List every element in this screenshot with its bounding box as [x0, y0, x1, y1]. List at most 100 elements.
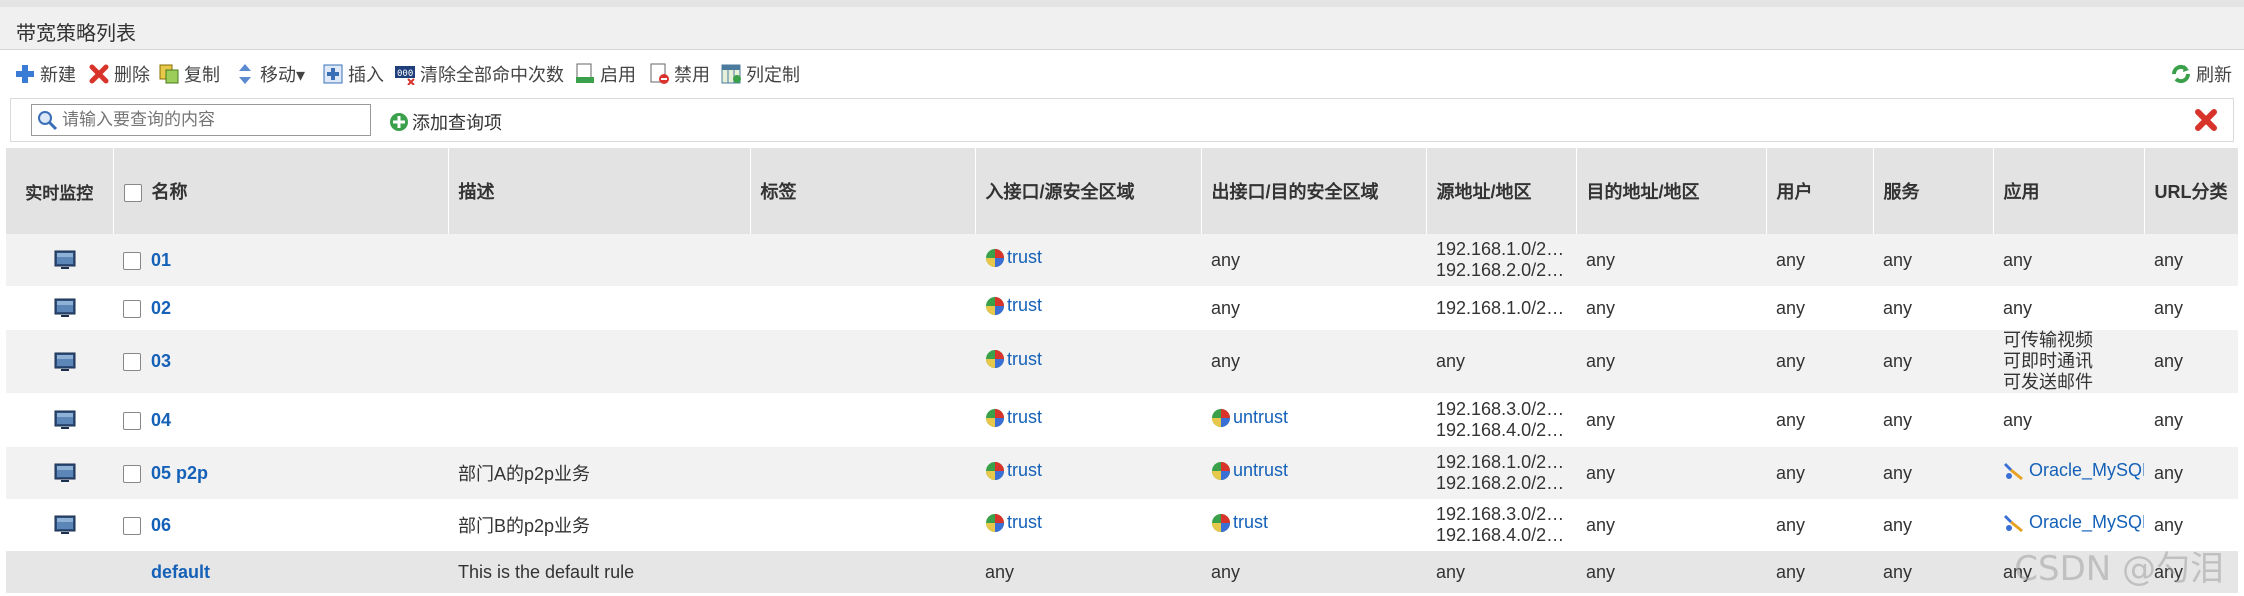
table-row[interactable]: 06 部门B的p2p业务 trust trust 192.168.3.0/2… 192.1… [6, 499, 2238, 551]
rule-name-link[interactable]: 06 [151, 515, 171, 535]
col-egress[interactable]: 出接口/目的安全区域 [1201, 148, 1427, 234]
zone-pie-icon [986, 248, 1004, 267]
rule-desc [448, 393, 750, 447]
search-icon [38, 111, 58, 131]
col-service[interactable]: 服务 [1873, 148, 1994, 234]
rule-name-link[interactable]: default [151, 562, 210, 582]
row-checkbox[interactable] [123, 516, 141, 535]
dst-cell: any [1586, 249, 1616, 270]
table-row[interactable]: 01 trust any 192.168.1.0/2… 192.168.2.0/2… an… [6, 234, 2238, 286]
zone-pie-icon [986, 513, 1004, 532]
col-app[interactable]: 应用 [1993, 148, 2145, 234]
dst-cell: any [1586, 351, 1616, 371]
row-checkbox[interactable] [123, 299, 141, 318]
rule-tag [750, 330, 975, 393]
col-url[interactable]: URL分类 [2144, 148, 2239, 234]
dst-cell: any [1586, 409, 1616, 430]
delete-button[interactable]: 删除 [88, 60, 150, 88]
table-row[interactable]: 03 trust any any any any any 可传输视频 可即时通讯 可发送邮件 any [6, 330, 2238, 393]
col-user[interactable]: 用户 [1766, 148, 1874, 234]
src-cell: 192.168.1.0/2… [1436, 297, 1565, 318]
col-name[interactable]: 名称 [113, 148, 449, 234]
zone-link[interactable]: trust [1007, 349, 1042, 370]
enable-button[interactable]: 启用 [574, 60, 636, 88]
app-link[interactable]: Oracle_MySQL [2029, 512, 2144, 533]
zone-link[interactable]: trust [1007, 295, 1042, 316]
app-link[interactable]: Oracle_MySQL [2029, 460, 2144, 481]
rule-name-link[interactable]: 01 [151, 250, 171, 270]
move-updown-icon [239, 64, 251, 84]
delete-x-icon [89, 64, 109, 84]
zone-link[interactable]: trust [1007, 460, 1042, 481]
row-checkbox[interactable] [123, 464, 141, 483]
columns-grid-icon [721, 64, 741, 84]
app-cell: 可传输视频 可即时通讯 可发送邮件 [2003, 330, 2093, 392]
add-query-button[interactable]: 添加查询项 [389, 109, 502, 135]
zone-link[interactable]: trust [1007, 512, 1042, 533]
user-cell: any [1776, 249, 1806, 270]
zone-cell: any [1211, 297, 1241, 318]
zone-pie-icon [986, 461, 1004, 480]
app-cell: any [2003, 409, 2033, 430]
zone-cell: any [1211, 351, 1241, 371]
service-cell: any [1883, 351, 1913, 371]
col-src[interactable]: 源地址/地区 [1426, 148, 1577, 234]
zone-link[interactable]: untrust [1233, 407, 1288, 428]
rule-name-link[interactable]: 05 p2p [151, 463, 208, 483]
url-cell: any [2154, 351, 2184, 371]
zone-link[interactable]: trust [1007, 407, 1042, 428]
insert-button[interactable]: 插入 [322, 60, 384, 88]
row-checkbox[interactable] [123, 251, 141, 270]
monitor-icon[interactable] [54, 515, 76, 535]
search-box[interactable] [31, 104, 371, 136]
col-monitor[interactable]: 实时监控 [6, 148, 114, 234]
user-cell: any [1776, 351, 1806, 371]
rule-tag [750, 286, 975, 330]
url-cell: any [2154, 297, 2184, 318]
close-search-icon[interactable] [2193, 107, 2219, 133]
table-row[interactable]: 02 trust any 192.168.1.0/2… any any any any any [6, 286, 2238, 330]
move-button[interactable]: 移动▾ [234, 60, 305, 88]
copy-button[interactable]: 复制 [158, 60, 220, 88]
refresh-button[interactable]: 刷新 [2170, 60, 2232, 88]
rule-tag [750, 499, 975, 551]
monitor-icon[interactable] [54, 298, 76, 318]
new-button[interactable]: 新建 [14, 60, 76, 88]
col-ingress[interactable]: 入接口/源安全区域 [975, 148, 1202, 234]
rule-tag [750, 234, 975, 286]
clear-hits-button[interactable]: 000 清除全部命中次数 [394, 60, 564, 88]
monitor-icon[interactable] [54, 250, 76, 270]
counter-reset-icon: 000 [395, 66, 415, 85]
zone-link[interactable]: untrust [1233, 460, 1288, 481]
search-input[interactable] [62, 110, 362, 130]
zone-pie-icon [986, 408, 1004, 427]
column-custom-button[interactable]: 列定制 [720, 60, 800, 88]
table-row-default[interactable]: default This is the default rule any any… [6, 551, 2238, 593]
row-checkbox[interactable] [123, 353, 141, 372]
table-row[interactable]: 04 trust untrust 192.168.3.0/2… 192.168.4.0/… [6, 393, 2238, 447]
src-cell: any [1436, 351, 1466, 371]
monitor-icon[interactable] [54, 463, 76, 483]
refresh-icon [2171, 64, 2191, 84]
service-cell: any [1883, 514, 1913, 535]
rule-name-link[interactable]: 03 [151, 351, 171, 371]
monitor-icon[interactable] [54, 352, 76, 372]
service-cell: any [1883, 409, 1913, 430]
policy-table: 实时监控 名称 描述 标签 入接口/源安全区域 出接口/目的安全区域 源地址/地… [6, 148, 2239, 593]
rule-name-link[interactable]: 02 [151, 298, 171, 318]
src-cell: 192.168.3.0/2… 192.168.4.0/2… [1436, 504, 1565, 545]
row-checkbox[interactable] [123, 411, 141, 430]
disable-doc-icon [650, 63, 669, 84]
col-tag[interactable]: 标签 [750, 148, 976, 234]
rule-name-link[interactable]: 04 [151, 410, 171, 430]
table-row[interactable]: 05 p2p 部门A的p2p业务 trust untrust 192.168.1.0/2… [6, 447, 2238, 499]
app-tool-icon [2004, 462, 2023, 480]
select-all-checkbox[interactable] [123, 184, 142, 203]
dst-cell: any [1586, 514, 1616, 535]
monitor-icon[interactable] [54, 410, 76, 430]
disable-button[interactable]: 禁用 [648, 60, 710, 88]
col-desc[interactable]: 描述 [448, 148, 751, 234]
col-dst[interactable]: 目的地址/地区 [1576, 148, 1767, 234]
zone-link[interactable]: trust [1007, 247, 1042, 268]
zone-link[interactable]: trust [1233, 512, 1268, 533]
